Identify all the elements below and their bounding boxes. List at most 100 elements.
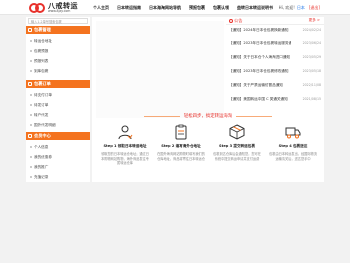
logout-link[interactable]: [退出]: [309, 5, 320, 11]
sidebar-item-forecast[interactable]: 包裹预报: [28, 46, 88, 56]
notice-item[interactable]: 【通知】美国转运中国 C 类通关通知 2021/08/15: [229, 95, 321, 103]
notice-item-title: 【通知】关于日本仓个人海淘进口通知: [229, 54, 291, 59]
site-logo[interactable]: 八戒转运 www.8jzy.com: [29, 1, 78, 14]
nav-item-claim[interactable]: 包裹认领: [213, 5, 229, 11]
sidebar-group-packages[interactable]: 包裹管理: [26, 26, 90, 34]
notice-item-date: 2021/08/15: [302, 97, 321, 101]
group-title: 包裹订单: [34, 81, 51, 86]
search-input[interactable]: 输入1-2单号搜索包裹: [28, 18, 88, 24]
package-icon: [229, 124, 245, 140]
notice-item-title: 【通知】2023年日本仓包裹转运服务通知: [229, 40, 291, 45]
sidebar-item-label: 我的推广: [34, 164, 49, 169]
notice-board: 公告 更多 > 【通知】2024年日本仓包裹换新通知 2024/02/24 【通知…: [226, 17, 324, 107]
bullet-icon: [30, 176, 32, 178]
sidebar-item-pending-ship[interactable]: 待发订单: [28, 100, 88, 110]
nav-item-forecast[interactable]: 预报包裹: [189, 5, 205, 11]
banner-area: [96, 21, 224, 118]
user-icon: [28, 134, 32, 138]
nav-item-shopping-nav[interactable]: 日本海淘网站导航: [149, 5, 181, 11]
notice-item-title: 【通知】关于严禁运输仿冒品通知: [229, 82, 283, 87]
step-2: Step 2 填写海外仓地址 在国外海淘网站购物时填写我们的仓库地址，商品将寄往…: [154, 122, 208, 182]
order-icon: [28, 82, 32, 86]
steps-section: Step 1 领取日本转运地址 领取您的日本转运仓地址；通过日本购物网站购物，海…: [92, 122, 324, 182]
more-link[interactable]: 更多 >: [309, 18, 320, 23]
megaphone-icon: [229, 19, 233, 23]
notice-header: 公告 更多 >: [226, 17, 324, 25]
notice-item[interactable]: 【通知】关于严禁运输仿冒品通知 2022/11/08: [229, 81, 321, 89]
sidebar-group-member[interactable]: 会员中心: [26, 132, 90, 140]
step-title: Step 3 提交转运包裹: [219, 144, 255, 148]
bullet-icon: [30, 166, 32, 168]
sidebar-item-label: 充值记录: [34, 174, 49, 179]
sidebar-item-label: 包裹预报: [34, 48, 49, 53]
notice-item[interactable]: 【通知】2024年日本仓包裹换新通知 2024/02/24: [229, 26, 321, 34]
sidebar-group-orders[interactable]: 包裹订单: [26, 80, 90, 88]
sidebar-item-forecast-list[interactable]: 预报列表: [28, 56, 88, 66]
sidebar-item-arrived[interactable]: 到库包裹: [28, 66, 88, 76]
sidebar-item-warehouse-address[interactable]: 转运仓地址: [28, 36, 88, 46]
notice-item-date: 2023/05/18: [302, 69, 321, 73]
bullet-icon: [30, 40, 32, 42]
box-icon: [28, 28, 32, 32]
nav-item-home[interactable]: 个人主页: [93, 5, 109, 11]
bullet-icon: [30, 124, 32, 126]
step-desc: 包裹到达仓库后会通知您，您可在系统中提交转运申请并支付运费: [213, 152, 261, 161]
logo-rings-icon: [29, 2, 46, 14]
step-title: Step 4 包裹送达: [278, 144, 308, 148]
sidebar-item-unpaid[interactable]: 待支付订单: [28, 90, 88, 100]
step-desc: 在国外海淘网站购物时填写我们的仓库地址，商品将寄往日本转运仓: [157, 152, 205, 161]
sidebar-item-transfer[interactable]: 转户代发: [28, 110, 88, 120]
bullet-icon: [30, 70, 32, 72]
bullet-icon: [30, 104, 32, 106]
nav-item-manual[interactable]: 益转日本转运说明书: [237, 5, 273, 11]
divider: [236, 115, 273, 117]
sidebar: 输入1-2单号搜索包裹 包裹管理 转运仓地址 包裹预报 预报列表 到库包裹 包裹…: [26, 17, 90, 182]
sidebar-item-profile[interactable]: 个人信息: [28, 142, 88, 152]
step-title: Step 2 填写海外仓地址: [161, 144, 201, 148]
sidebar-item-recharge[interactable]: 充值记录: [28, 172, 88, 182]
step-3: Step 3 提交转运包裹 包裹到达仓库后会通知您，您可在系统中提交转运申请并支…: [210, 122, 264, 182]
sidebar-item-referral[interactable]: 我的推广: [28, 162, 88, 172]
notice-item-title: 【通知】2023年日本仓包裹修改通知: [229, 68, 289, 73]
notice-item-date: 2023/06/24: [302, 41, 321, 45]
logo-domain: www.8jzy.com: [48, 8, 71, 13]
sidebar-item-label: 待发订单: [34, 102, 49, 107]
bullet-icon: [30, 146, 32, 148]
steps-tagline: 轻松四步，搞定转运海淘: [92, 112, 324, 120]
step-desc: 领取您的日本转运仓地址；通过日本购物网站购物，海外商品发往专属转运仓库: [101, 152, 149, 166]
sidebar-item-label: 到库包裹: [34, 68, 49, 73]
group-title: 包裹管理: [34, 27, 51, 32]
divider: [143, 115, 180, 117]
notice-item-date: 2022/11/08: [302, 83, 321, 87]
bullet-icon: [30, 114, 32, 116]
notice-item-date: 2023/05/29: [302, 55, 321, 59]
nav-item-guide[interactable]: 日本转运指南: [117, 5, 141, 11]
notice-item[interactable]: 【通知】关于日本仓个人海淘进口通知 2023/05/29: [229, 53, 321, 61]
sidebar-item-label: 待支付订单: [34, 92, 52, 97]
sidebar-item-label: 个人信息: [34, 144, 49, 149]
user-icon: [118, 125, 133, 140]
sidebar-item-coupons[interactable]: 我的优惠券: [28, 152, 88, 162]
notice-item-date: 2024/02/24: [302, 28, 321, 32]
notice-item[interactable]: 【通知】2023年日本仓包裹转运服务通知 2023/06/24: [229, 39, 321, 47]
sidebar-item-label: 转运仓地址: [34, 38, 52, 43]
sidebar-item-label: 国外代发明细: [34, 122, 56, 127]
bullet-icon: [30, 60, 32, 62]
greeting: Hi, 欢迎!: [278, 4, 295, 10]
notice-title-text: 公告: [234, 18, 243, 23]
sidebar-item-overseas-detail[interactable]: 国外代发明细: [28, 120, 88, 130]
logo-name: 八戒转运: [48, 0, 78, 10]
notice-item-title: 【通知】美国转运中国 C 类通关通知: [229, 96, 288, 101]
notice-title: 公告: [229, 18, 242, 24]
bullet-icon: [30, 50, 32, 52]
notice-item[interactable]: 【通知】2023年日本仓包裹修改通知 2023/05/18: [229, 67, 321, 75]
notice-item-title: 【通知】2024年日本仓包裹换新通知: [229, 27, 289, 32]
step-title: Step 1 领取日本转运地址: [103, 144, 147, 148]
step-desc: 包裹由日本转运发出，经国际物流运输清关后，送达您手中: [269, 152, 317, 161]
user-area: Hi, 欢迎! 日本 [退出]: [279, 0, 320, 15]
bullet-icon: [30, 156, 32, 158]
user-name-link[interactable]: 日本: [297, 5, 305, 11]
truck-icon: [285, 127, 301, 139]
bullet-icon: [30, 94, 32, 96]
main-nav: 个人主页 日本转运指南 日本海淘网站导航 预报包裹 包裹认领 益转日本转运说明书: [93, 0, 281, 15]
